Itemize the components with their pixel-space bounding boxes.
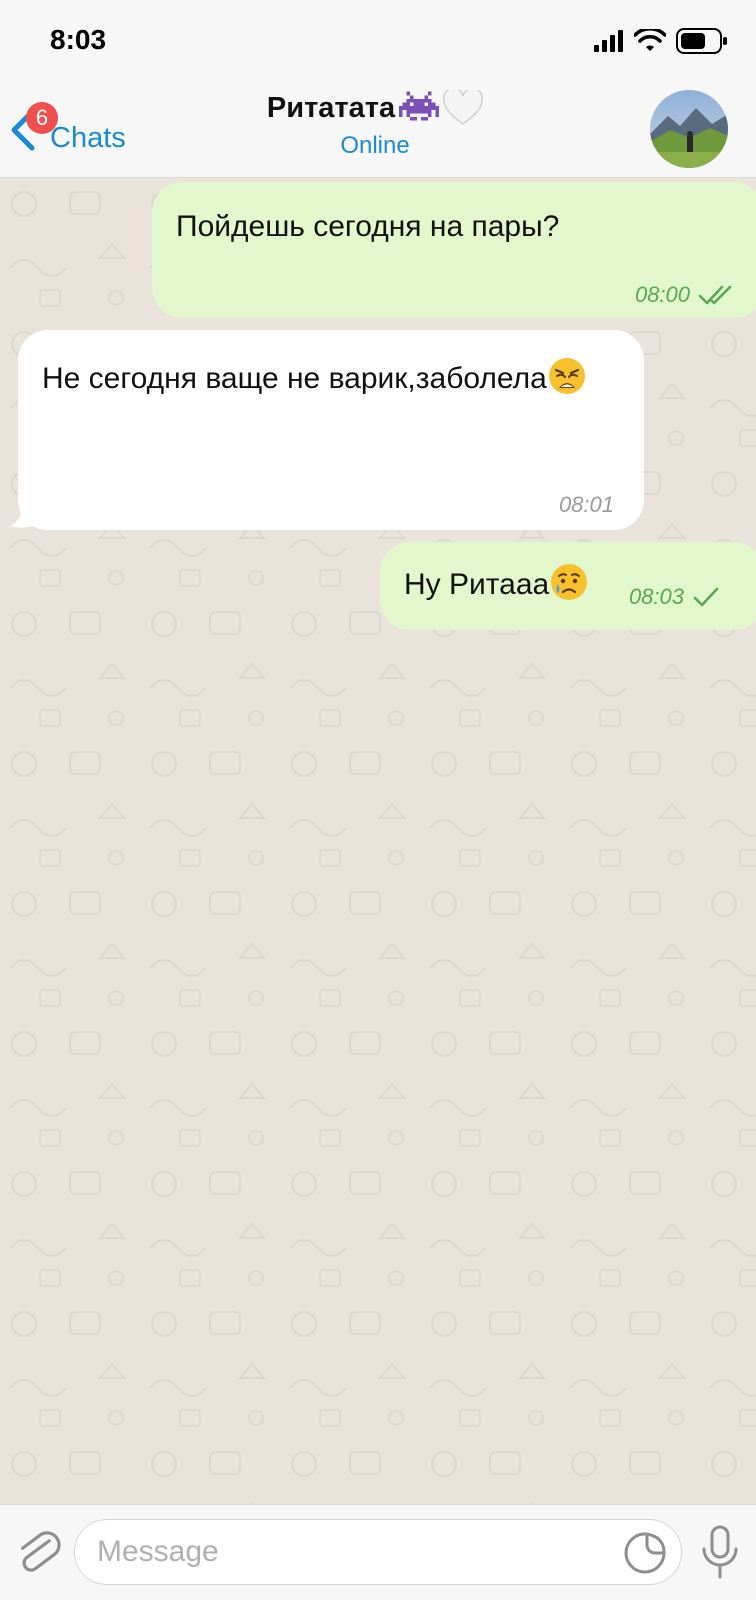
status-bar: 8:03 (0, 0, 756, 82)
message-text-body: Ну Ритааа (404, 568, 550, 601)
chat-status: Online (340, 132, 410, 159)
composer-bar (0, 1504, 756, 1600)
back-label: Chats (50, 122, 126, 154)
message-text-body: Не сегодня ваще не варик,заболела (42, 362, 547, 395)
avatar[interactable] (650, 90, 728, 168)
message-input[interactable] (97, 1520, 597, 1584)
message-input-field[interactable] (74, 1519, 682, 1585)
chat-title: Ритатата (266, 90, 484, 126)
message-meta: 08:00 (635, 270, 734, 320)
signal-icon (594, 30, 623, 52)
message-bubble-outgoing[interactable]: Ну Ритааа 08:03 (380, 542, 756, 630)
unread-badge: 6 (26, 102, 58, 134)
paperclip-icon[interactable] (14, 1525, 62, 1581)
chat-title-block[interactable]: Ритатата Online (170, 90, 580, 160)
microphone-icon[interactable] (698, 1523, 742, 1583)
alien-monster-icon (399, 91, 440, 121)
sticker-icon[interactable] (623, 1531, 667, 1575)
message-time: 08:00 (634, 282, 690, 307)
message-bubble-incoming[interactable]: Не сегодня ваще не варик,заболела 08:01 (18, 330, 644, 530)
chat-name: Ритатата (266, 91, 396, 124)
battery-icon (676, 28, 727, 54)
message-text: Не сегодня ваще не варик,заболела (42, 354, 602, 404)
avatar-photo (650, 90, 728, 168)
message-bubble-outgoing[interactable]: Пойдешь сегодня на пары? 08:00 (152, 182, 756, 318)
message-meta: 08:03 (629, 572, 720, 622)
status-icons (594, 26, 728, 56)
double-check-icon (698, 285, 732, 305)
white-heart-icon (443, 90, 484, 125)
message-text: Пойдешь сегодня на пары? (176, 210, 560, 243)
status-time: 8:03 (50, 24, 107, 55)
crying-face-icon (551, 564, 588, 600)
message-list[interactable]: Пойдешь сегодня на пары? 08:00 Не сегодн… (0, 178, 756, 1504)
message-time: 08:01 (558, 492, 614, 517)
wifi-icon (634, 29, 666, 51)
weary-face-icon (548, 358, 585, 394)
back-button[interactable]: Chats 6 (8, 96, 148, 156)
message-text: Ну Ритааа (404, 560, 589, 610)
message-meta: 08:01 (559, 480, 614, 530)
message-time: 08:03 (628, 584, 684, 609)
chat-header: Chats 6 Ритатата Online (0, 82, 756, 178)
single-check-icon (693, 587, 719, 607)
